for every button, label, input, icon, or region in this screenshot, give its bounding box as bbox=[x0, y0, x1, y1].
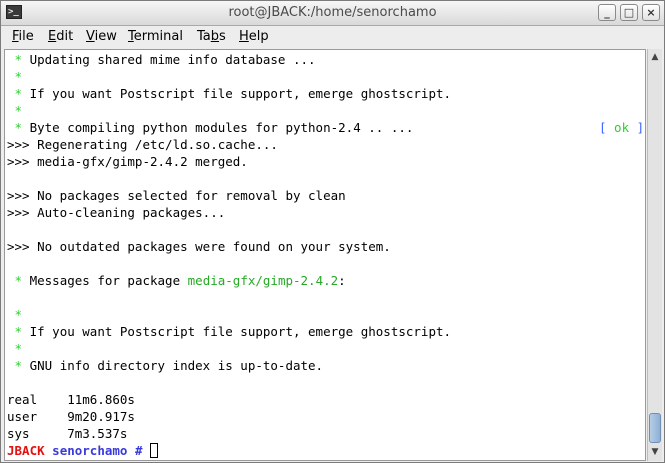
output-line: * If you want Postscript file support, e… bbox=[7, 324, 452, 339]
output-line: * bbox=[7, 103, 23, 118]
menu-view[interactable]: View bbox=[86, 29, 117, 44]
menu-file[interactable]: File bbox=[12, 29, 34, 44]
maximize-button[interactable]: □ bbox=[620, 4, 638, 21]
output-line: sys 7m3.537s bbox=[7, 426, 128, 441]
window-title: root@JBACK:/home/senorchamo bbox=[228, 5, 437, 20]
output-line: * Messages for package media-gfx/gimp-2.… bbox=[7, 273, 346, 288]
output-line: * Byte compiling python modules for pyth… bbox=[7, 120, 414, 135]
menu-bar: File Edit View Terminal Tabs Help bbox=[1, 26, 664, 48]
menu-terminal[interactable]: Terminal bbox=[128, 29, 183, 44]
output-line: >>> Regenerating /etc/ld.so.cache... bbox=[7, 137, 278, 152]
scroll-up-icon[interactable]: ▲ bbox=[649, 51, 661, 63]
minimize-button[interactable]: _ bbox=[598, 4, 616, 21]
shell-prompt[interactable]: JBACK senorchamo # bbox=[7, 442, 159, 459]
output-line: >>> No packages selected for removal by … bbox=[7, 188, 346, 203]
menu-help[interactable]: Help bbox=[239, 29, 269, 44]
output-line: >>> media-gfx/gimp-2.4.2 merged. bbox=[7, 154, 248, 169]
output-line: * bbox=[7, 69, 23, 84]
text-cursor bbox=[150, 443, 159, 458]
scroll-down-icon[interactable]: ▼ bbox=[649, 446, 661, 458]
menu-tabs[interactable]: Tabs bbox=[197, 29, 226, 44]
output-line: >>> Auto-cleaning packages... bbox=[7, 205, 226, 220]
output-line: >>> No outdated packages were found on y… bbox=[7, 239, 391, 254]
vertical-scrollbar[interactable]: ▲ ▼ bbox=[647, 49, 662, 461]
terminal-window: >_ root@JBACK:/home/senorchamo _ □ × Fil… bbox=[0, 0, 665, 463]
terminal-output[interactable]: * Updating shared mime info database ...… bbox=[4, 49, 646, 461]
scrollbar-thumb[interactable] bbox=[649, 413, 661, 443]
ok-status: [ ok ] bbox=[599, 120, 645, 135]
output-line: * bbox=[7, 341, 23, 356]
output-line: user 9m20.917s bbox=[7, 409, 135, 424]
close-button[interactable]: × bbox=[642, 4, 660, 21]
title-bar[interactable]: >_ root@JBACK:/home/senorchamo _ □ × bbox=[1, 1, 664, 26]
menu-edit[interactable]: Edit bbox=[48, 29, 73, 44]
output-line: real 11m6.860s bbox=[7, 392, 135, 407]
output-line: * Updating shared mime info database ... bbox=[7, 52, 316, 67]
output-line: * If you want Postscript file support, e… bbox=[7, 86, 452, 101]
output-line: * GNU info directory index is up-to-date… bbox=[7, 358, 324, 373]
output-line: * bbox=[7, 307, 23, 322]
